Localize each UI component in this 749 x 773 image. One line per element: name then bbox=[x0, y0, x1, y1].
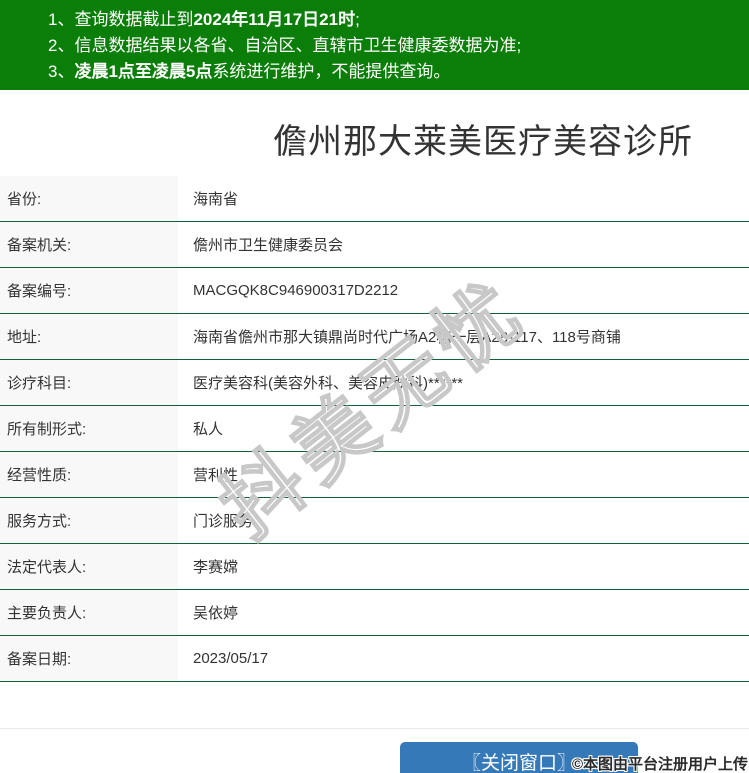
table-row-legal-representative: 法定代表人: 李赛嫦 bbox=[0, 544, 749, 590]
row-value: MACGQK8C946900317D2212 bbox=[193, 282, 399, 299]
table-row-address: 地址: 海南省儋州市那大镇鼎尚时代广场A2栋一层A28-117、118号商铺 bbox=[0, 314, 749, 360]
notice-text: 3、 bbox=[48, 62, 75, 81]
row-label: 法定代表人: bbox=[0, 544, 178, 589]
row-label: 诊疗科目: bbox=[0, 360, 178, 405]
table-row-ownership-form: 所有制形式: 私人 bbox=[0, 406, 749, 452]
row-label: 服务方式: bbox=[0, 498, 178, 543]
record-info-table: 省份: 海南省 备案机关: 儋州市卫生健康委员会 备案编号: MACGQK8C9… bbox=[0, 176, 749, 682]
row-label: 备案机关: bbox=[0, 222, 178, 267]
row-value: 2023/05/17 bbox=[193, 650, 269, 667]
copyright-note: ©本图由平台注册用户上传 bbox=[571, 756, 748, 773]
table-row-filing-authority: 备案机关: 儋州市卫生健康委员会 bbox=[0, 222, 749, 268]
table-row-filing-number: 备案编号: MACGQK8C946900317D2212 bbox=[0, 268, 749, 314]
notice-bold-text: 2024年11月17日21时 bbox=[193, 10, 356, 29]
notice-text: 2、信息数据结果以各省、自治区、直辖市卫生健康委数据为准; bbox=[48, 36, 522, 55]
row-label: 地址: bbox=[0, 314, 178, 359]
notice-text: 1、查询数据截止到 bbox=[48, 10, 194, 29]
row-label: 备案日期: bbox=[0, 636, 178, 681]
table-row-province: 省份: 海南省 bbox=[0, 176, 749, 222]
row-value: 医疗美容科(美容外科、美容皮肤科)****** bbox=[193, 375, 464, 392]
row-value: 吴依婷 bbox=[193, 605, 239, 622]
notice-line-3: 3、凌晨1点至凌晨5点系统进行维护，不能提供查询。 bbox=[48, 59, 739, 85]
notice-line-1: 1、查询数据截止到2024年11月17日21时; bbox=[48, 7, 739, 33]
table-row-filing-date: 备案日期: 2023/05/17 bbox=[0, 636, 749, 682]
notice-bold-text: 凌晨1点至凌晨5点 bbox=[74, 62, 213, 81]
notice-line-2: 2、信息数据结果以各省、自治区、直辖市卫生健康委数据为准; bbox=[48, 33, 739, 59]
table-row-service-mode: 服务方式: 门诊服务 bbox=[0, 498, 749, 544]
row-value: 海南省 bbox=[193, 191, 239, 208]
title-wrap: 儋州那大莱美医疗美容诊所 bbox=[0, 90, 749, 176]
row-value: 海南省儋州市那大镇鼎尚时代广场A2栋一层A28-117、118号商铺 bbox=[193, 329, 621, 346]
query-result-page: 1、查询数据截止到2024年11月17日21时; 2、信息数据结果以各省、自治区… bbox=[0, 0, 749, 773]
table-row-treatment-subjects: 诊疗科目: 医疗美容科(美容外科、美容皮肤科)****** bbox=[0, 360, 749, 406]
notice-text: 系统进行维护，不能提供查询。 bbox=[212, 62, 451, 81]
row-value: 李赛嫦 bbox=[193, 559, 239, 576]
row-label: 所有制形式: bbox=[0, 406, 178, 451]
row-value: 营利性 bbox=[193, 467, 239, 484]
table-row-principal-person: 主要负责人: 吴依婷 bbox=[0, 590, 749, 636]
row-label: 经营性质: bbox=[0, 452, 178, 497]
row-value: 门诊服务 bbox=[193, 513, 254, 530]
table-row-business-nature: 经营性质: 营利性 bbox=[0, 452, 749, 498]
row-label: 省份: bbox=[0, 176, 178, 221]
row-value: 私人 bbox=[193, 421, 224, 438]
row-value: 儋州市卫生健康委员会 bbox=[193, 237, 344, 254]
row-label: 备案编号: bbox=[0, 268, 178, 313]
row-label: 主要负责人: bbox=[0, 590, 178, 635]
notice-text: ; bbox=[355, 10, 360, 29]
clinic-title: 儋州那大莱美医疗美容诊所 bbox=[273, 122, 693, 161]
notice-banner: 1、查询数据截止到2024年11月17日21时; 2、信息数据结果以各省、自治区… bbox=[0, 0, 749, 90]
footer-divider bbox=[0, 728, 749, 729]
